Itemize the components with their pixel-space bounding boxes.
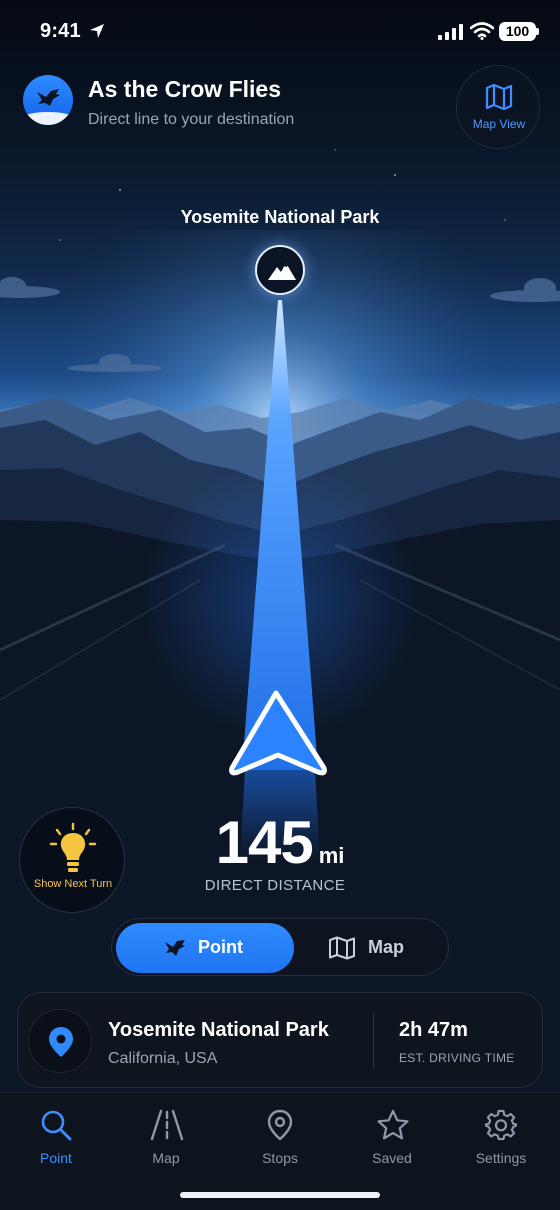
map-view-button[interactable]: Map View (456, 65, 540, 149)
location-pin-icon (49, 1027, 73, 1057)
point-mode-label: Point (198, 937, 243, 957)
mode-toggle: Point Map (111, 918, 449, 976)
tab-label: Stops (262, 1150, 298, 1166)
tab-stops[interactable]: Stops (224, 1093, 336, 1173)
tab-settings[interactable]: Settings (445, 1093, 557, 1173)
distance-readout: 145 mi (0, 808, 560, 877)
tab-label: Saved (372, 1150, 412, 1166)
crow-icon (165, 940, 185, 956)
destination-label: Yosemite National Park (180, 207, 380, 227)
folded-map-icon (485, 83, 513, 111)
folded-map-icon (329, 936, 355, 960)
destination-marker[interactable] (255, 245, 305, 295)
tab-point[interactable]: Point (0, 1093, 112, 1173)
mountain-icon (268, 263, 296, 280)
search-icon (41, 1110, 72, 1141)
cellular-signal-icon (438, 24, 463, 40)
driving-time-value: 2h 47m (399, 1019, 468, 1041)
map-mode-label: Map (368, 937, 404, 957)
status-time: 9:41 (40, 20, 81, 42)
destination-card[interactable]: Yosemite National Park California, USA 2… (17, 992, 543, 1088)
app-title: As the Crow Flies (88, 76, 281, 102)
distance-value: 145 (215, 809, 314, 876)
tab-map[interactable]: Map (110, 1093, 222, 1173)
map-mode-button[interactable]: Map (302, 923, 446, 973)
card-destination-location: California, USA (108, 1050, 218, 1067)
gear-icon (485, 1109, 517, 1141)
tab-label: Map (152, 1150, 180, 1166)
tab-saved[interactable]: Saved (336, 1093, 448, 1173)
tab-label: Settings (475, 1150, 527, 1166)
crow-icon (23, 89, 73, 125)
app-subtitle: Direct line to your destination (88, 111, 295, 128)
battery-indicator: 100 (499, 22, 536, 41)
tab-label: Point (40, 1150, 72, 1166)
distance-unit: mi (318, 843, 345, 868)
location-arrow-icon (90, 24, 104, 38)
app-logo (23, 75, 73, 125)
road-icon (150, 1109, 184, 1141)
wifi-icon (470, 22, 494, 40)
pin-badge (28, 1009, 92, 1073)
home-indicator[interactable] (180, 1192, 380, 1198)
card-destination-name: Yosemite National Park (108, 1019, 329, 1041)
status-bar: 9:41 100 (0, 0, 560, 60)
point-mode-button[interactable]: Point (116, 923, 294, 973)
location-pin-icon (267, 1109, 293, 1141)
battery-nub (536, 28, 539, 35)
screen: 9:41 100 As the Crow Flies Direct line t… (0, 0, 560, 1210)
card-divider (373, 1013, 374, 1069)
map-view-label: Map View (472, 117, 526, 131)
star-icon (377, 1109, 409, 1140)
driving-time-caption: EST. DRIVING TIME (399, 1051, 515, 1065)
distance-caption: DIRECT DISTANCE (204, 877, 346, 894)
